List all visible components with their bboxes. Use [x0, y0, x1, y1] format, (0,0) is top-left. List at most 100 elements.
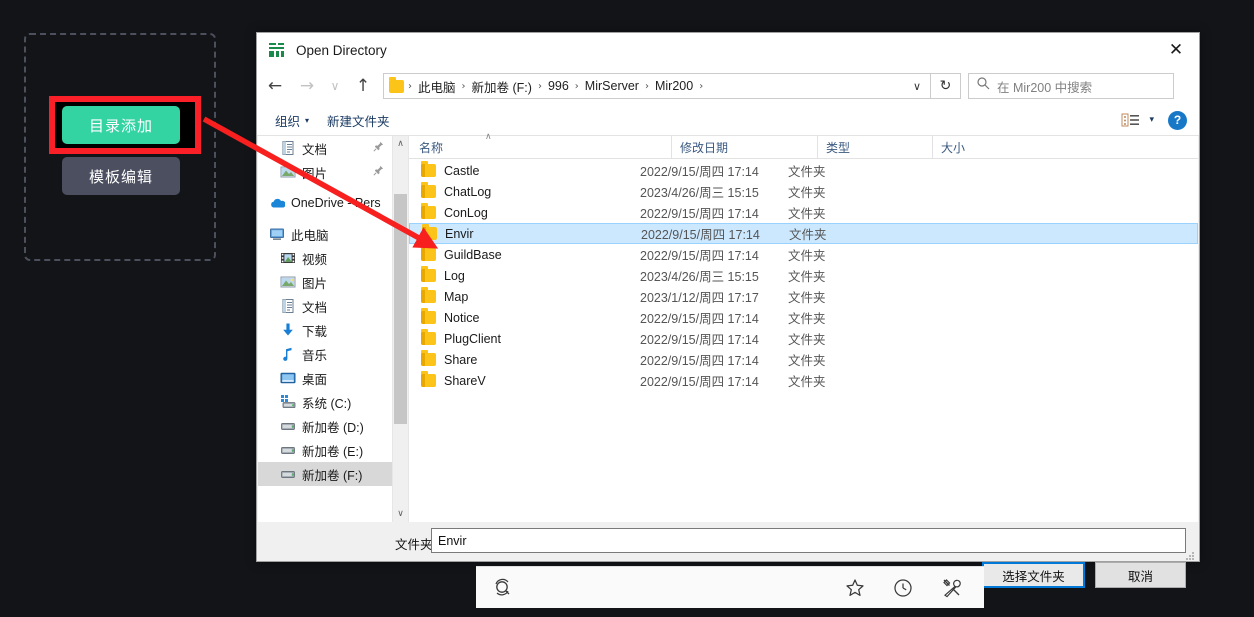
nav-item-4[interactable]: 视频	[258, 246, 392, 270]
back-icon[interactable]: ←	[261, 72, 289, 100]
file-name-cell: Castle	[444, 163, 480, 178]
table-row[interactable]: Castle 2022/9/15/周四 17:14 文件夹	[409, 160, 1198, 181]
nav-item-12[interactable]: 新加卷 (E:)	[258, 438, 392, 462]
chevron-down-icon[interactable]: ∨	[904, 80, 930, 93]
nav-item-0[interactable]: 文档	[258, 136, 392, 160]
directory-add-button[interactable]: 目录添加	[62, 106, 180, 144]
bottom-toolbar	[476, 566, 984, 608]
star-icon[interactable]	[845, 578, 865, 598]
nav-item-1[interactable]: 图片	[258, 160, 392, 184]
scroll-up-icon[interactable]: ∧	[393, 136, 408, 152]
nav-item-label: 新加卷 (E:)	[302, 444, 364, 459]
refresh-icon[interactable]: ↻	[931, 73, 961, 99]
dialog-titlebar[interactable]: Open Directory ✕	[257, 33, 1199, 67]
help-button[interactable]: ?	[1168, 110, 1187, 130]
breadcrumb-sep: ›	[408, 80, 412, 92]
folder-icon	[421, 350, 436, 366]
table-row[interactable]: ConLog 2022/9/15/周四 17:14 文件夹	[409, 202, 1198, 223]
breadcrumb-sep: ›	[644, 80, 649, 92]
template-edit-button[interactable]: 模板编辑	[62, 157, 180, 195]
file-name-cell: Share	[444, 352, 478, 367]
breadcrumb-sep: ›	[461, 80, 466, 92]
nav-item-10[interactable]: 系统 (C:)	[258, 390, 392, 414]
nav-item-3[interactable]: 此电脑	[258, 222, 392, 246]
table-row[interactable]: Share 2022/9/15/周四 17:14 文件夹	[409, 349, 1198, 370]
organize-label: 组织	[275, 114, 301, 129]
table-row[interactable]: Map 2023/1/12/周四 17:17 文件夹	[409, 286, 1198, 307]
nav-item-2[interactable]: OneDrive - Pers	[258, 191, 392, 215]
clock-icon[interactable]	[893, 578, 913, 598]
pin-icon[interactable]	[373, 165, 384, 179]
breadcrumb-item-0[interactable]: 此电脑	[414, 77, 460, 96]
file-modified-cell: 2022/9/15/周四 17:14	[640, 312, 759, 326]
table-row[interactable]: Envir 2022/9/15/周四 17:14 文件夹	[409, 223, 1198, 244]
search-refresh-icon[interactable]	[492, 577, 514, 599]
file-type-cell: 文件夹	[788, 270, 826, 284]
organize-button[interactable]: 组织 ▾	[275, 111, 309, 130]
column-header-size[interactable]: 大小	[932, 136, 1017, 158]
nav-item-7[interactable]: 下载	[258, 318, 392, 342]
table-row[interactable]: PlugClient 2022/9/15/周四 17:14 文件夹	[409, 328, 1198, 349]
download-icon	[280, 322, 296, 338]
forward-icon[interactable]: →	[293, 72, 321, 100]
breadcrumb-item-4[interactable]: Mir200	[651, 79, 697, 93]
cancel-button[interactable]: 取消	[1095, 562, 1186, 588]
up-icon[interactable]: ↑	[349, 72, 377, 100]
new-folder-button[interactable]: 新建文件夹	[327, 111, 390, 130]
nav-item-label: 文档	[302, 300, 328, 315]
column-header-name[interactable]: ∧ 名称	[409, 132, 671, 158]
nav-item-8[interactable]: 音乐	[258, 342, 392, 366]
nav-item-13[interactable]: 新加卷 (F:)	[258, 462, 392, 486]
pin-icon[interactable]	[373, 141, 384, 155]
picture-icon	[280, 164, 296, 180]
table-row[interactable]: ChatLog 2023/4/26/周三 15:15 文件夹	[409, 181, 1198, 202]
close-glyph: ✕	[1168, 40, 1184, 60]
nav-item-label: OneDrive - Pers	[291, 196, 381, 210]
table-row[interactable]: GuildBase 2022/9/15/周四 17:14 文件夹	[409, 244, 1198, 265]
breadcrumb[interactable]: › 此电脑 › 新加卷 (F:) › 996 › MirServer › Mir…	[383, 73, 931, 99]
nav-scrollbar[interactable]: ∧ ∨	[392, 136, 408, 522]
file-modified-cell: 2022/9/15/周四 17:14	[640, 249, 759, 263]
column-header-modified[interactable]: 修改日期	[671, 136, 817, 158]
toolbar-right-group: ▾ ?	[1121, 110, 1187, 130]
select-folder-label: 选择文件夹	[1002, 569, 1065, 584]
file-type-cell: 文件夹	[788, 249, 826, 263]
system-drive-icon	[280, 394, 296, 410]
chevron-down-icon: ▾	[305, 115, 310, 125]
nav-item-11[interactable]: 新加卷 (D:)	[258, 414, 392, 438]
scroll-down-icon[interactable]: ∨	[393, 506, 408, 522]
nav-item-5[interactable]: 图片	[258, 270, 392, 294]
breadcrumb-item-1[interactable]: 新加卷 (F:)	[468, 77, 536, 96]
nav-item-9[interactable]: 桌面	[258, 366, 392, 390]
file-modified-cell: 2022/9/15/周四 17:14	[640, 354, 759, 368]
nav-item-label: 图片	[302, 166, 328, 181]
nav-item-6[interactable]: 文档	[258, 294, 392, 318]
file-list-pane: ∧ 名称 修改日期 类型 大小 Castle 2022/9/15/周四 17:14…	[409, 132, 1198, 522]
file-name-cell: PlugClient	[444, 331, 501, 346]
folder-icon	[421, 371, 436, 387]
file-type-cell: 文件夹	[788, 312, 826, 326]
folder-name-input[interactable]: Envir	[431, 528, 1186, 553]
breadcrumb-item-3[interactable]: MirServer	[581, 79, 643, 93]
select-folder-button[interactable]: 选择文件夹	[982, 562, 1085, 588]
search-input[interactable]: 在 Mir200 中搜索	[968, 73, 1174, 99]
tools-icon[interactable]	[941, 577, 962, 598]
close-icon[interactable]: ✕	[1153, 33, 1199, 67]
resize-grip[interactable]	[1185, 548, 1195, 560]
document-icon	[280, 140, 296, 156]
table-row[interactable]: Log 2023/4/26/周三 15:15 文件夹	[409, 265, 1198, 286]
onedrive-icon	[269, 195, 286, 211]
table-row[interactable]: Notice 2022/9/15/周四 17:14 文件夹	[409, 307, 1198, 328]
scrollbar-thumb[interactable]	[394, 194, 407, 424]
column-header-type[interactable]: 类型	[817, 136, 932, 158]
address-bar: ← → ∨ ↑ › 此电脑 › 新加卷 (F:) › 996 › MirServ…	[257, 67, 1199, 105]
recent-locations-icon[interactable]: ∨	[325, 72, 345, 100]
breadcrumb-item-2[interactable]: 996	[544, 79, 573, 93]
folder-icon	[421, 266, 436, 282]
file-modified-cell: 2022/9/15/周四 17:14	[641, 228, 760, 242]
chevron-down-icon[interactable]: ▾	[1149, 115, 1154, 125]
table-row[interactable]: ShareV 2022/9/15/周四 17:14 文件夹	[409, 370, 1198, 391]
folder-icon	[421, 161, 436, 177]
file-name-cell: ShareV	[444, 373, 486, 388]
view-layout-icon[interactable]	[1121, 112, 1141, 128]
